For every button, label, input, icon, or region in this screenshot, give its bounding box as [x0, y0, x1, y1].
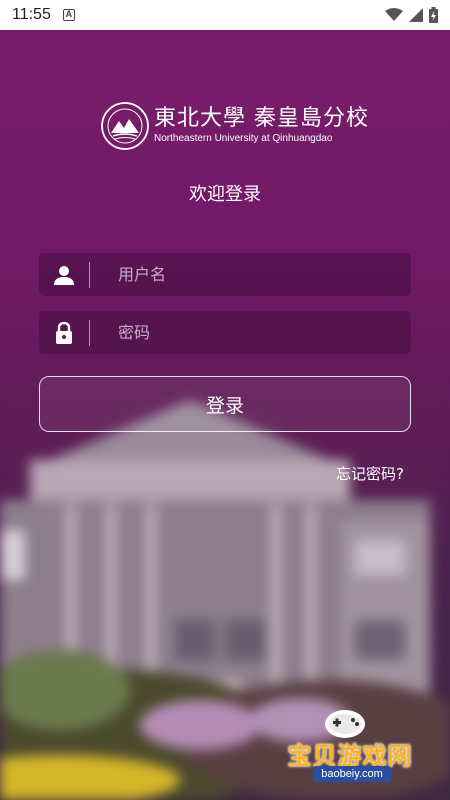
university-name-cn: 東北大學 秦皇島分校 [154, 106, 369, 131]
android-auto-icon: A [62, 9, 75, 21]
login-screen: 11:55 A 東北大學 秦皇島分校 Northeastern Universi… [0, 0, 450, 800]
password-input[interactable] [90, 311, 411, 354]
university-name-en: Northeastern University at Qinhuangdao [154, 133, 333, 144]
status-time: 11:55 [12, 6, 51, 23]
username-field [39, 253, 411, 296]
welcome-title: 欢迎登录 [189, 184, 261, 205]
watermark-url: baobeiy.com [313, 766, 391, 782]
lock-icon [39, 311, 89, 354]
forgot-password-link[interactable]: 忘记密码? [336, 463, 404, 484]
university-logo: 東北大學 秦皇島分校 Northeastern University at Qi… [100, 100, 368, 152]
wifi-icon [385, 8, 403, 21]
university-emblem-icon [101, 102, 149, 150]
watermark-logo: 宝贝游戏网 baobeiy.com [275, 706, 425, 792]
status-icons [385, 7, 438, 23]
user-icon [39, 253, 89, 296]
username-input[interactable] [90, 253, 411, 296]
login-button[interactable]: 登录 [39, 376, 411, 432]
signal-icon [409, 8, 423, 22]
status-bar: 11:55 A [0, 0, 450, 30]
university-logo-text: 東北大學 秦皇島分校 Northeastern University at Qi… [154, 106, 369, 146]
password-field [39, 311, 411, 354]
battery-icon [429, 7, 438, 23]
